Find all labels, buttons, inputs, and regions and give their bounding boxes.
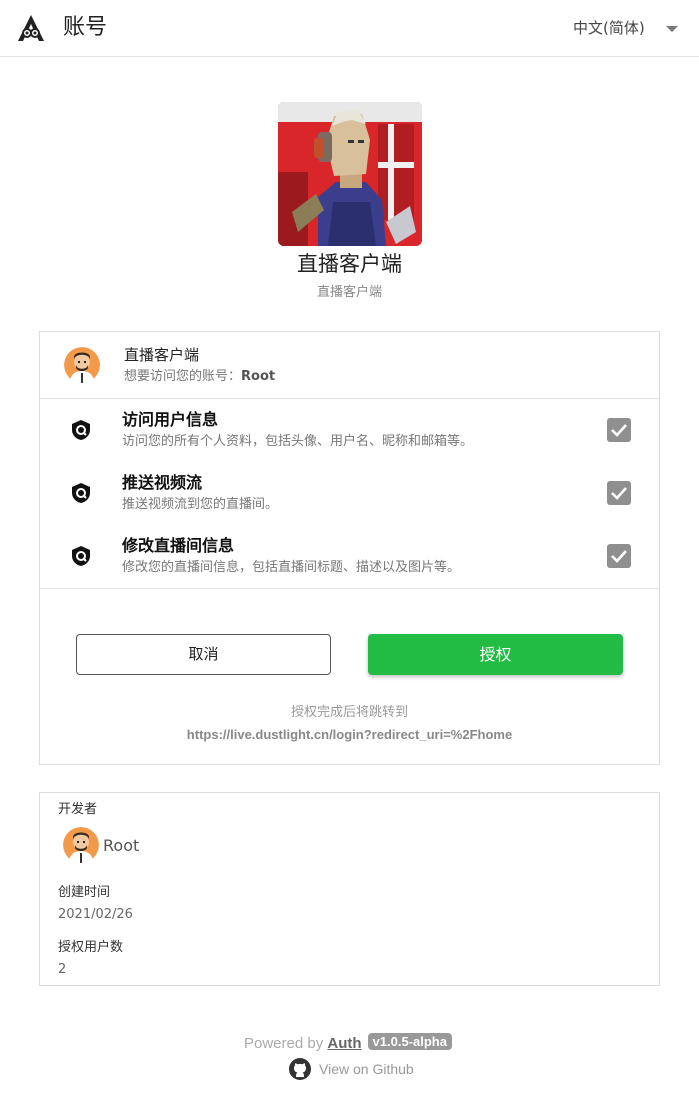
powered-by: Powered by Auth v1.0.5-alpha [244,1033,452,1054]
scope-checkbox[interactable] [607,544,631,568]
avatar [63,827,99,863]
divider [40,588,659,589]
created-value: 2021/02/26 [58,907,133,922]
developer-name[interactable]: Root [103,835,139,857]
consent-card: 直播客户端 想要访问您的账号：Root 访问用户信息 访问您的所有个人资料，包括… [39,331,660,765]
scope-description: 修改您的直播间信息，包括直播间标题、描述以及图片等。 [122,560,461,575]
authorize-button[interactable]: 授权 [368,634,623,675]
version-badge: v1.0.5-alpha [367,1033,452,1050]
scope-title: 修改直播间信息 [122,536,235,555]
redirect-label: 授权完成后将跳转到 [290,705,408,720]
app-name: 直播客户端 [297,252,402,276]
brand-link[interactable]: Auth [327,1035,361,1052]
client-name: 直播客户端 [124,346,200,364]
divider [40,398,659,399]
scope-description: 访问您的所有个人资料，包括头像、用户名、昵称和邮箱等。 [122,434,474,449]
github-icon[interactable] [289,1058,311,1080]
scope-checkbox[interactable] [607,418,631,442]
avatar [64,347,100,383]
powered-prefix: Powered by [244,1035,324,1052]
account-name: Root [241,369,276,384]
shield-icon [72,420,90,440]
scope-title: 访问用户信息 [122,410,219,429]
app-header: 账号 中文(简体) [0,0,699,57]
scope-description: 推送视频流到您的直播间。 [122,497,279,512]
page-title: 账号 [63,15,108,40]
developer-label: 开发者 [58,802,98,817]
language-selector[interactable]: 中文(简体) [573,17,645,39]
github-link[interactable]: View on Github [319,1059,414,1079]
check-icon [611,487,627,500]
chevron-down-icon[interactable] [666,26,678,32]
check-icon [611,550,627,563]
users-value: 2 [58,962,67,977]
redirect-url: https://live.dustlight.cn/login?redirect… [186,727,513,742]
access-request-text: 想要访问您的账号：Root [124,368,275,386]
check-icon [611,424,627,437]
shield-icon [72,546,90,566]
users-label: 授权用户数 [58,940,124,955]
shield-icon [72,483,90,503]
scope-checkbox[interactable] [607,481,631,505]
app-icon [278,102,422,246]
app-description: 直播客户端 [316,285,382,300]
developer-card: 开发者 Root 创建时间 2021/02/26 授权用户数 2 [39,792,660,986]
request-text: 想要访问您的账号： [124,369,242,384]
cancel-button[interactable]: 取消 [76,634,331,675]
created-label: 创建时间 [58,885,111,900]
scope-title: 推送视频流 [122,473,203,492]
logo-icon[interactable] [17,14,45,42]
